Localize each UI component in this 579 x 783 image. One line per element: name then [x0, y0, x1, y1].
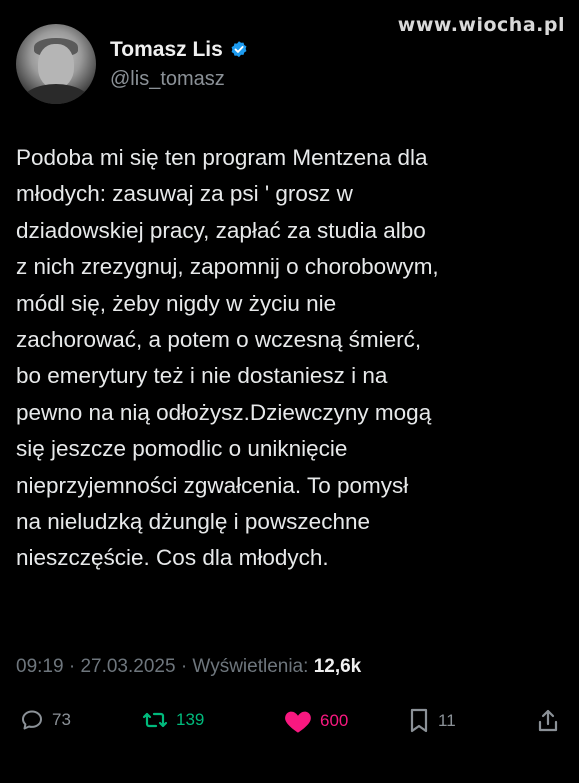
verified-badge-icon — [229, 40, 249, 60]
avatar-shoulders — [20, 84, 92, 104]
tweet-time[interactable]: 09:19 — [16, 656, 64, 677]
tweet-date[interactable]: 27.03.2025 — [80, 656, 175, 677]
watermark: www.wiocha.pl — [397, 14, 565, 36]
retweet-count: 139 — [176, 710, 205, 729]
reply-icon — [20, 708, 44, 732]
views-label: Wyświetlenia: — [192, 656, 309, 677]
share-button[interactable] — [536, 708, 560, 734]
like-button[interactable]: 600 — [284, 708, 348, 734]
views-count: 12,6k — [313, 656, 362, 677]
author-names: Tomasz Lis @lis_tomasz — [110, 38, 249, 91]
tweet-meta: 09:19 · 27.03.2025 · Wyświetlenia: 12,6k — [16, 656, 361, 678]
bookmark-icon — [408, 708, 430, 734]
tweet-header: Tomasz Lis @lis_tomasz — [16, 24, 249, 104]
avatar[interactable] — [16, 24, 96, 104]
reply-count: 73 — [52, 710, 71, 729]
bookmark-count: 11 — [438, 711, 456, 730]
meta-separator: · — [68, 656, 76, 677]
bookmark-button[interactable]: 11 — [408, 708, 456, 734]
name-row: Tomasz Lis — [110, 38, 249, 62]
reply-button[interactable]: 73 — [20, 708, 71, 732]
like-count: 600 — [320, 711, 349, 730]
heart-icon — [284, 708, 312, 734]
avatar-face — [38, 44, 74, 88]
retweet-icon — [142, 708, 168, 732]
author-display-name[interactable]: Tomasz Lis — [110, 38, 223, 62]
meta-separator: · — [180, 656, 188, 677]
tweet-text: Podoba mi się ten program Mentzena dla m… — [16, 145, 439, 571]
share-icon — [536, 708, 560, 734]
action-bar: 73 139 600 11 — [14, 708, 566, 748]
retweet-button[interactable]: 139 — [142, 708, 204, 732]
author-handle[interactable]: @lis_tomasz — [110, 68, 249, 91]
